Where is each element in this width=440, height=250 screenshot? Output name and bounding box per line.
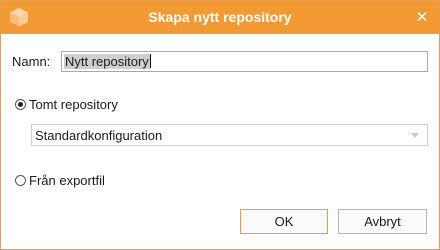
name-label: Namn:	[12, 54, 51, 69]
radio-checked-indicator	[15, 99, 26, 110]
close-button[interactable]: ✕	[411, 7, 433, 29]
chevron-down-icon	[411, 133, 419, 138]
configuration-select-value: Standardkonfiguration	[35, 128, 163, 143]
cancel-button[interactable]: Avbryt	[338, 209, 427, 234]
empty-repository-radio[interactable]: Tomt repository	[15, 97, 118, 112]
empty-repository-label: Tomt repository	[29, 97, 118, 112]
name-input[interactable]: Nytt repository	[61, 51, 428, 72]
name-input-value: Nytt repository	[64, 54, 150, 69]
from-export-file-label: Från exportfil	[29, 173, 105, 188]
text-caret	[149, 54, 151, 68]
configuration-select[interactable]: Standardkonfiguration	[31, 124, 428, 146]
title-bar: Skapa nytt repository ✕	[1, 1, 439, 34]
create-repository-dialog: Skapa nytt repository ✕ Namn: Nytt repos…	[0, 0, 440, 250]
cube-icon	[10, 8, 28, 27]
ok-button[interactable]: OK	[240, 209, 328, 234]
close-icon: ✕	[415, 9, 429, 26]
from-export-file-radio[interactable]: Från exportfil	[15, 173, 105, 188]
radio-unchecked-indicator	[15, 175, 26, 186]
window-title: Skapa nytt repository	[148, 9, 292, 25]
